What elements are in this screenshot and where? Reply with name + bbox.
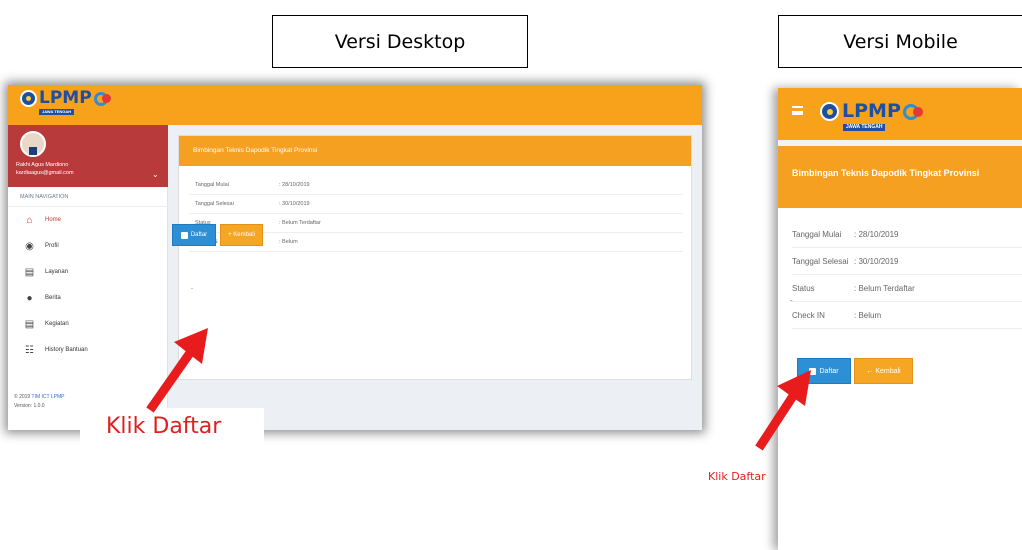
user-email: kardiaagus@gmail.com [16,170,74,176]
sidebar-item-label: Kegiatan [45,321,69,327]
sidebar-item-layanan[interactable]: ▤ Layanan [8,259,168,285]
logo-subtitle: JAWA TENGAH [843,124,886,131]
row-value: : Belum [279,239,298,245]
home-icon: ⌂ [26,214,33,226]
row-label: Tanggal Mulai [792,229,842,239]
logo-text: LPMP [842,100,901,122]
save-icon [180,231,188,239]
row-label: Status [792,283,815,293]
sidebar-item-label: Berita [45,295,61,301]
empty-placeholder: - [191,286,193,292]
lpmp-logo: LPMP JAWA TENGAH [20,88,111,115]
calendar-icon: ▤ [24,318,35,330]
chevron-down-icon[interactable]: ⌄ [152,170,159,179]
daftar-button[interactable]: Daftar [172,224,216,246]
detail-table: Tanggal Mulai : 28/10/2019 Tanggal Selesa… [189,176,683,252]
panel-title: Bimbingan Teknis Dapodik Tingkat Provins… [778,146,1022,208]
row-value: : 30/10/2019 [854,256,899,266]
kembali-label: ← Kembali [866,367,901,375]
desktop-detail-panel: Bimbingan Teknis Dapodik Tingkat Provins… [178,135,692,380]
row-label: Tanggal Mulai [195,182,229,188]
table-row: Tanggal Mulai : 28/10/2019 [792,221,1022,248]
sidebar-menu: ⌂ Home ◉ Profil ▤ Layanan ● Berita ▤ Keg… [8,207,168,363]
avatar [20,131,46,157]
user-icon: ◉ [25,240,34,252]
sidebar-item-label: Layanan [45,269,69,275]
table-row: Status: Belum Terdaftar [189,214,683,233]
table-row: Tanggal Selesai : 30/10/2019 [189,195,683,214]
caption-desktop: Versi Desktop [272,15,528,68]
logo-emblem-icon [820,102,839,121]
detail-table: Tanggal Mulai : 28/10/2019 Tanggal Selesa… [792,221,1022,329]
desktop-screenshot: LPMP JAWA TENGAH Rakhi Agus Mardiono kar… [8,85,702,430]
users-icon: ☷ [25,344,34,356]
row-value: : Belum [854,310,882,320]
panel-title: Bimbingan Teknis Dapodik Tingkat Provins… [179,136,691,166]
table-row: Check IN : Belum [792,302,1022,329]
kembali-button-mobile[interactable]: ← Kembali [854,358,913,384]
sidebar-item-berita[interactable]: ● Berita [8,285,168,311]
desktop-header: LPMP JAWA TENGAH [8,85,702,125]
table-row: Tanggal Mulai : 28/10/2019 [189,176,683,195]
sidebar-item-home[interactable]: ⌂ Home [8,207,168,233]
row-label: Tanggal Selesai [195,201,234,207]
empty-placeholder: - [790,296,793,305]
mobile-header: LPMP JAWA TENGAH [778,88,1022,140]
row-value: : Belum Terdaftar [279,220,321,226]
user-panel[interactable]: Rakhi Agus Mardiono kardiaagus@gmail.com… [8,125,168,187]
logo-text: LPMP [39,88,92,108]
user-name: Rakhi Agus Mardiono [16,162,69,168]
caption-mobile: Versi Mobile [778,15,1022,68]
row-value: : 28/10/2019 [854,229,899,239]
logo-qa-icon [93,91,111,106]
logo-emblem-icon [20,90,37,107]
daftar-label: Daftar [819,367,839,375]
mobile-detail-panel: Bimbingan Teknis Dapodik Tingkat Provins… [778,146,1022,550]
sidebar-item-kegiatan[interactable]: ▤ Kegiatan [8,311,168,337]
sidebar-footer: © 2019 TIM ICT LPMP Version: 1.0.0 [14,393,64,411]
save-icon [809,367,817,375]
sidebar-item-label: History Bantuan [45,347,88,353]
globe-icon: ● [26,292,33,304]
table-row: Tanggal Selesai : 30/10/2019 [792,248,1022,275]
row-label: Check IN [792,310,825,320]
sidebar-item-label: Profil [45,243,59,249]
copyright-text: © 2019 [14,394,31,400]
sidebar-item-label: Home [45,217,62,223]
klik-daftar-label-desktop: Klik Daftar [80,408,264,466]
desktop-sidebar: Rakhi Agus Mardiono kardiaagus@gmail.com… [8,125,168,430]
daftar-button-mobile[interactable]: Daftar [797,358,851,384]
hamburger-menu-icon[interactable] [792,106,803,115]
version-text: Version: 1.0.0 [14,403,45,409]
table-row: Status : Belum Terdaftar [792,275,1022,302]
klik-daftar-label-mobile: Klik Daftar [708,470,766,483]
sidebar-item-history-bantuan[interactable]: ☷ History Bantuan [8,337,168,363]
row-label: Tanggal Selesai [792,256,849,266]
logo-subtitle: JAWA TENGAH [39,109,75,115]
logo-qa-icon [902,103,923,120]
mobile-screenshot: LPMP JAWA TENGAH Bimbingan Teknis Dapodi… [778,88,1022,550]
copyright-link[interactable]: TIM ICT LPMP [32,394,65,400]
kembali-label: + Kembali [228,232,255,238]
table-row: Check IN: Belum [189,233,683,252]
sidebar-item-profil[interactable]: ◉ Profil [8,233,168,259]
row-value: : Belum Terdaftar [854,283,915,293]
kembali-button[interactable]: + Kembali [220,224,263,246]
row-value: : 30/10/2019 [279,201,310,207]
main-navigation-heading: MAIN NAVIGATION [8,187,168,207]
screenshot-canvas: Versi Desktop Versi Mobile LPMP JAWA TEN… [0,0,1022,550]
calendar-icon: ▤ [24,266,35,278]
daftar-label: Daftar [190,232,208,238]
row-value: : 28/10/2019 [279,182,310,188]
lpmp-logo: LPMP JAWA TENGAH [820,100,923,131]
